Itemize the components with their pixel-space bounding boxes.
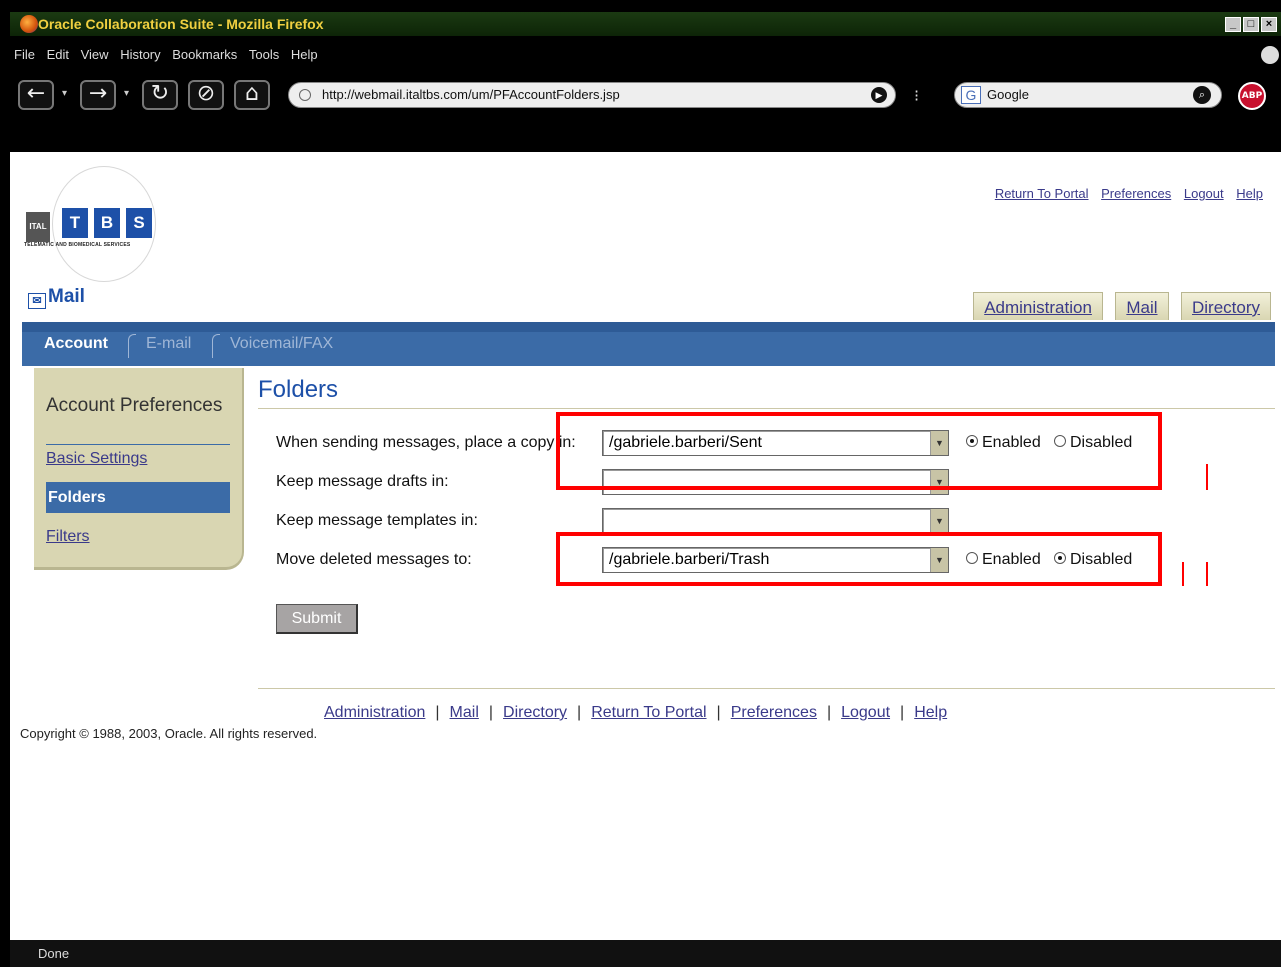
- sidenav-item-filters[interactable]: Filters: [46, 528, 90, 546]
- feed-icon[interactable]: ⁝: [914, 86, 919, 105]
- close-icon[interactable]: ×: [1261, 17, 1277, 32]
- tab-mail[interactable]: Mail: [1115, 292, 1169, 320]
- annotation-mark: [1206, 562, 1208, 586]
- footer-separator: |: [577, 704, 582, 721]
- sub-tabs: Account E-mail Voicemail/FAX: [22, 322, 382, 366]
- menu-file[interactable]: File: [14, 44, 35, 66]
- window-title: Oracle Collaboration Suite - Mozilla Fir…: [38, 16, 324, 32]
- tab-separator: [212, 334, 220, 358]
- menu-edit[interactable]: Edit: [47, 44, 69, 66]
- logo-ital: ITAL: [26, 212, 50, 242]
- forward-icon[interactable]: →: [80, 80, 116, 110]
- tab-directory[interactable]: Directory: [1180, 292, 1271, 320]
- tab-separator: [128, 334, 136, 358]
- footer-separator: |: [716, 704, 721, 721]
- navigation-toolbar: ← ▾ → ▾ ↻ ⊘ ⌂ http://webmail.italtbs.com…: [10, 74, 1281, 116]
- go-icon[interactable]: ▶: [871, 87, 887, 103]
- global-tabs: Administration Mail Directory: [965, 292, 1271, 322]
- back-dropdown-icon[interactable]: ▾: [62, 88, 67, 99]
- footer-link-administration[interactable]: Administration: [324, 704, 425, 721]
- templates-label: Keep message templates in:: [276, 512, 478, 529]
- subtab-voicemail-fax[interactable]: Voicemail/FAX: [230, 332, 333, 356]
- app-title-text: Mail: [48, 286, 85, 307]
- sent-copy-label: When sending messages, place a copy in:: [276, 434, 576, 451]
- menu-help[interactable]: Help: [291, 44, 318, 66]
- deleted-label: Move deleted messages to:: [276, 551, 472, 568]
- logo-letter-s: S: [126, 208, 152, 238]
- page-icon: [299, 89, 311, 101]
- reload-icon[interactable]: ↻: [142, 80, 178, 110]
- footer-separator: |: [900, 704, 905, 721]
- subtab-email[interactable]: E-mail: [146, 332, 191, 356]
- status-bar: Done: [10, 940, 1281, 967]
- submit-button[interactable]: Submit: [276, 604, 358, 634]
- sidenav-header: Account Preferences: [46, 395, 223, 416]
- web-page: ITAL T B S TELEMATIC AND BIOMEDICAL SERV…: [10, 152, 1281, 940]
- global-links: Return To Portal Preferences Logout Help: [986, 186, 1263, 201]
- sidenav-divider: [46, 444, 230, 445]
- annotation-highlight-sent: [556, 412, 1162, 490]
- browser-window: Oracle Collaboration Suite - Mozilla Fir…: [0, 0, 1281, 967]
- menu-view[interactable]: View: [81, 44, 109, 66]
- templates-folder-select[interactable]: ▼: [602, 508, 949, 534]
- sidenav-item-basic-settings[interactable]: Basic Settings: [46, 450, 147, 468]
- throbber-icon: [1261, 46, 1279, 64]
- copyright-text: Copyright © 1988, 2003, Oracle. All righ…: [20, 726, 318, 741]
- footer-link-logout[interactable]: Logout: [841, 704, 890, 721]
- link-preferences[interactable]: Preferences: [1101, 186, 1171, 201]
- google-icon[interactable]: G: [961, 86, 981, 104]
- minimize-icon[interactable]: _: [1225, 17, 1241, 32]
- url-text: http://webmail.italtbs.com/um/PFAccountF…: [322, 87, 620, 102]
- app-title: ✉ Mail: [28, 286, 85, 309]
- firefox-icon: [20, 15, 38, 33]
- footer-links: Administration | Mail | Directory | Return To …: [324, 704, 947, 722]
- search-engine-label: Google: [987, 87, 1029, 102]
- adblock-icon[interactable]: ABP: [1238, 82, 1266, 110]
- annotation-mark: [1206, 464, 1208, 490]
- url-bar[interactable]: http://webmail.italtbs.com/um/PFAccountF…: [288, 82, 896, 108]
- forward-dropdown-icon[interactable]: ▾: [124, 88, 129, 99]
- footer-separator: |: [826, 704, 832, 721]
- logo-letter-b: B: [94, 208, 120, 238]
- annotation-mark: [1182, 562, 1184, 586]
- stop-icon[interactable]: ⊘: [188, 80, 224, 110]
- chevron-down-icon[interactable]: ▼: [930, 509, 948, 533]
- footer-link-preferences[interactable]: Preferences: [731, 704, 817, 721]
- link-help[interactable]: Help: [1236, 186, 1263, 201]
- mail-envelope-icon: ✉: [28, 293, 46, 309]
- menu-bookmarks[interactable]: Bookmarks: [172, 44, 237, 66]
- link-return-to-portal[interactable]: Return To Portal: [995, 186, 1089, 201]
- logo-letter-t: T: [62, 208, 88, 238]
- footer-link-help[interactable]: Help: [914, 704, 947, 721]
- page-title: Folders: [258, 376, 339, 403]
- title-divider: [258, 408, 1275, 409]
- annotation-highlight-trash: [556, 532, 1162, 586]
- home-icon[interactable]: ⌂: [234, 80, 270, 110]
- sidenav-item-folders[interactable]: Folders: [46, 482, 230, 513]
- footer-link-directory[interactable]: Directory: [503, 704, 567, 721]
- footer-separator: |: [435, 704, 440, 721]
- drafts-label: Keep message drafts in:: [276, 473, 449, 490]
- menu-bar: File Edit View History Bookmarks Tools H…: [10, 44, 1281, 66]
- title-bar: Oracle Collaboration Suite - Mozilla Fir…: [10, 12, 1281, 36]
- tab-administration[interactable]: Administration: [973, 292, 1103, 320]
- subtab-account[interactable]: Account: [44, 332, 108, 356]
- tbs-logo: ITAL T B S TELEMATIC AND BIOMEDICAL SERV…: [24, 166, 160, 282]
- menu-history[interactable]: History: [120, 44, 160, 66]
- menu-tools[interactable]: Tools: [249, 44, 279, 66]
- back-icon[interactable]: ←: [18, 80, 54, 110]
- search-icon[interactable]: ⌕: [1193, 86, 1211, 104]
- footer-separator: |: [488, 704, 494, 721]
- side-navigation: Account Preferences Basic Settings Folde…: [34, 368, 244, 570]
- search-input[interactable]: G Google ⌕: [954, 82, 1222, 108]
- maximize-icon[interactable]: □: [1243, 17, 1259, 32]
- link-logout[interactable]: Logout: [1184, 186, 1224, 201]
- content-bottom-divider: [258, 688, 1275, 689]
- footer-link-mail[interactable]: Mail: [450, 704, 479, 721]
- footer-link-return-to-portal[interactable]: Return To Portal: [591, 704, 706, 721]
- logo-subtitle: TELEMATIC AND BIOMEDICAL SERVICES: [24, 242, 131, 248]
